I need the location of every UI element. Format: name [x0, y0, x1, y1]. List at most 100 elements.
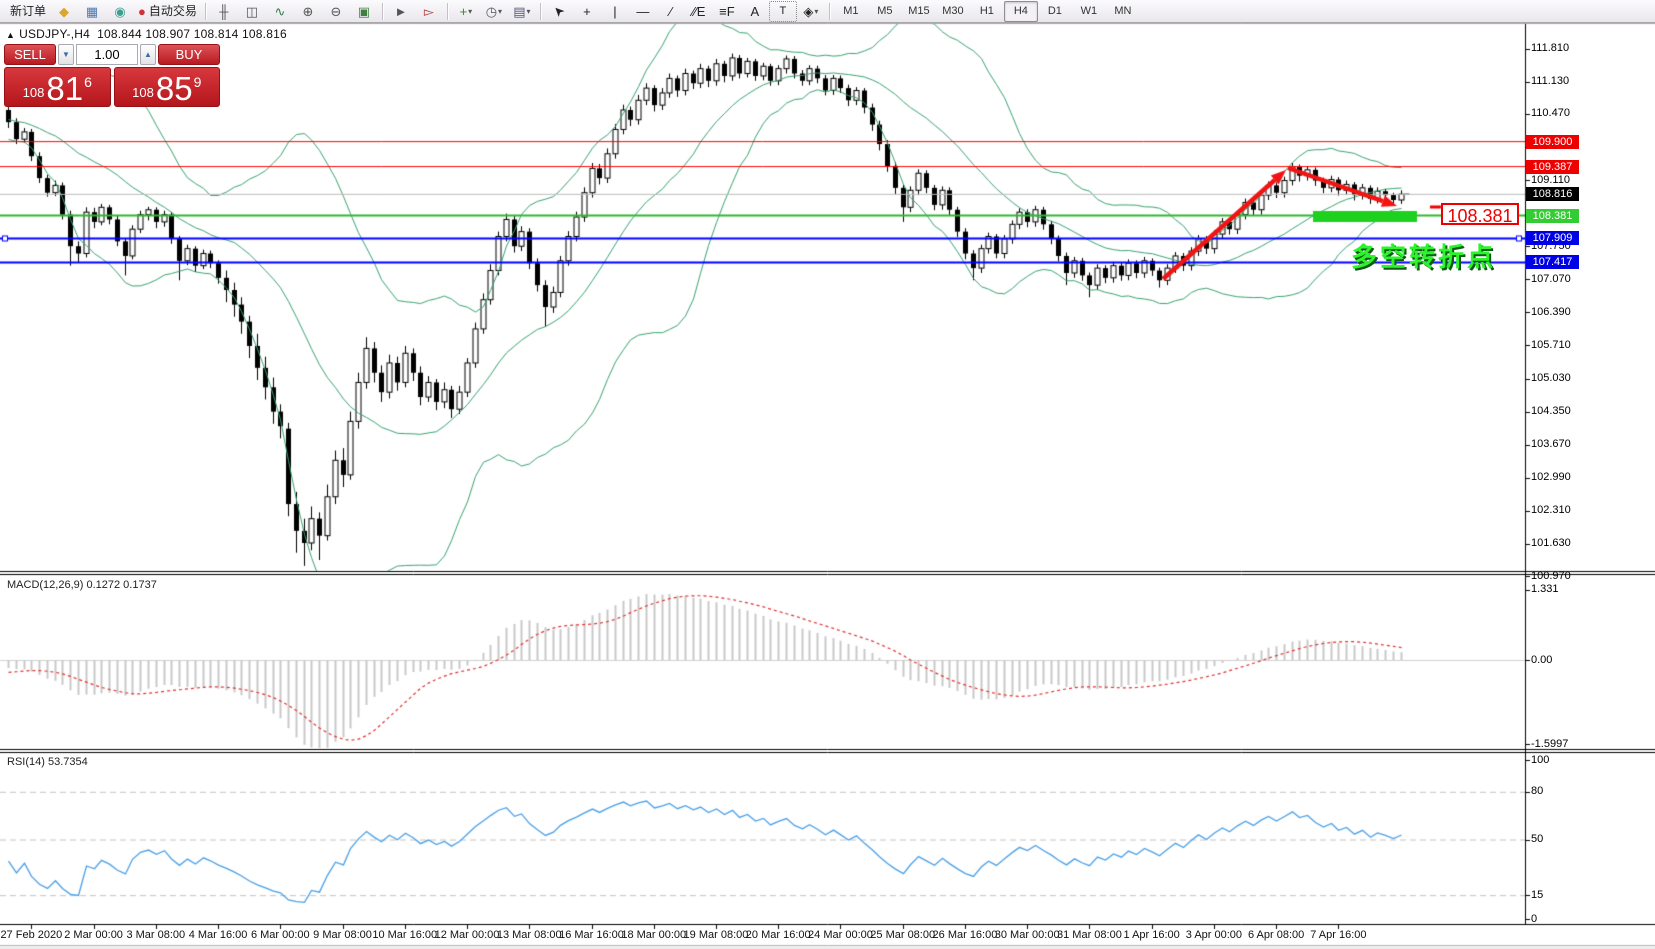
trendline-icon: ∕: [670, 2, 672, 21]
candlestick-icon[interactable]: ◫: [238, 1, 266, 22]
cursor-icon[interactable]: ➤: [545, 1, 573, 22]
bar-chart-icon[interactable]: ╫: [210, 1, 238, 22]
chart-symbol-period: USDJPY-,H4: [19, 27, 90, 41]
buy-price-box[interactable]: 108 85 9: [114, 67, 221, 107]
new-order-button[interactable]: 新订单: [6, 1, 50, 22]
macd-axis-tick-label: -1.5997: [1531, 738, 1568, 750]
toolbar-separator: [540, 3, 541, 20]
timeframe-d1[interactable]: D1: [1038, 1, 1072, 22]
horizontal-line-icon: —: [636, 2, 649, 21]
horizontal-line-icon[interactable]: —: [629, 1, 657, 22]
crosshair-icon[interactable]: +: [573, 1, 601, 22]
data-window-icon[interactable]: ▦: [78, 1, 106, 22]
navigator-icon[interactable]: ◉: [106, 1, 134, 22]
indicators-icon[interactable]: +▾: [452, 1, 480, 22]
vertical-line-icon[interactable]: |: [601, 1, 629, 22]
volume-decrease-button[interactable]: ▼: [58, 44, 74, 65]
date-axis-label: 12 Mar 00:00: [435, 929, 500, 941]
date-axis-label: 10 Mar 16:00: [372, 929, 437, 941]
vertical-line-icon: |: [613, 2, 616, 21]
navigator-icon: ◉: [114, 2, 125, 21]
tile-windows-icon[interactable]: ▣: [350, 1, 378, 22]
rsi-axis-tick-label: 50: [1531, 833, 1543, 845]
toolbar-separator: [447, 3, 448, 20]
chart-ohlc-values: 108.844 108.907 108.814 108.816: [97, 27, 287, 41]
rsi-indicator-label: RSI(14) 53.7354: [7, 756, 88, 768]
price-chart-canvas[interactable]: [0, 0, 1655, 949]
price-axis-tick-label: 105.710: [1531, 339, 1571, 351]
level-price-badge: 109.900: [1526, 135, 1579, 149]
chevron-down-icon[interactable]: ▾: [814, 2, 818, 21]
market-watch-icon: ◆: [59, 2, 69, 21]
auto-scroll-icon[interactable]: ►: [387, 1, 415, 22]
trendline-icon[interactable]: ∕: [657, 1, 685, 22]
date-axis-label: 24 Mar 00:00: [808, 929, 873, 941]
timeframe-m30[interactable]: M30: [936, 1, 970, 22]
date-axis-label: 6 Apr 08:00: [1248, 929, 1304, 941]
timeframe-m1[interactable]: M1: [834, 1, 868, 22]
autotrading-button: ●: [138, 2, 146, 21]
price-axis-tick-label: 111.810: [1531, 42, 1569, 54]
label-icon: T: [780, 2, 787, 21]
volume-increase-button[interactable]: ▲: [140, 44, 156, 65]
timeframe-w1[interactable]: W1: [1072, 1, 1106, 22]
price-axis-tick-label: 110.470: [1531, 107, 1570, 119]
date-axis-label: 31 Mar 08:00: [1057, 929, 1122, 941]
timeframe-m5[interactable]: M5: [868, 1, 902, 22]
equidistant-channel-icon[interactable]: ∕∕E: [685, 1, 713, 22]
price-axis-tick-label: 103.670: [1531, 438, 1571, 450]
price-callout-label[interactable]: 108.381: [1441, 203, 1519, 225]
fibonacci-icon[interactable]: ≡F: [713, 1, 741, 22]
periods-icon: ◷: [486, 2, 497, 21]
sell-button[interactable]: SELL: [4, 44, 56, 65]
zoom-in-icon[interactable]: ⊕: [294, 1, 322, 22]
text-icon[interactable]: A: [741, 1, 769, 22]
volume-input[interactable]: [76, 44, 138, 65]
timeframe-mn[interactable]: MN: [1106, 1, 1140, 22]
timeframe-h4[interactable]: H4: [1004, 1, 1038, 22]
date-axis-label: 27 Feb 2020: [0, 929, 62, 941]
rsi-axis-tick-label: 100: [1531, 754, 1549, 766]
label-icon[interactable]: T: [769, 1, 797, 22]
buy-price-figure: 108: [132, 85, 154, 100]
toolbar-separator: [829, 3, 830, 20]
zoom-in-icon: ⊕: [302, 2, 313, 21]
timeframe-m15[interactable]: M15: [902, 1, 936, 22]
shapes-icon[interactable]: ◈▾: [797, 1, 825, 22]
rsi-axis-tick-label: 80: [1531, 785, 1543, 797]
sell-price-box[interactable]: 108 81 6: [4, 67, 111, 107]
date-axis-label: 13 Mar 08:00: [497, 929, 562, 941]
toolbar-separator: [205, 3, 206, 20]
templates-icon[interactable]: ▤▾: [508, 1, 536, 22]
bar-chart-icon: ╫: [219, 2, 228, 21]
periods-icon[interactable]: ◷▾: [480, 1, 508, 22]
sell-price-point: 6: [84, 74, 92, 90]
timeframe-h1[interactable]: H1: [970, 1, 1004, 22]
level-price-badge: 107.909: [1526, 231, 1579, 245]
date-axis-label: 7 Apr 16:00: [1310, 929, 1366, 941]
price-axis-tick-label: 106.390: [1531, 306, 1571, 318]
main-toolbar: 新订单◆▦◉●自动交易╫◫∿⊕⊖▣►▻+▾◷▾▤▾➤+|—∕∕∕E≡FAT◈▾M…: [0, 0, 1655, 23]
date-axis-label: 4 Mar 16:00: [189, 929, 248, 941]
candlestick-icon: ◫: [246, 2, 258, 21]
chevron-down-icon[interactable]: ▾: [527, 2, 531, 21]
current-price-badge: 108.816: [1526, 187, 1579, 201]
date-axis-label: 16 Mar 16:00: [559, 929, 624, 941]
date-axis-label: 6 Mar 00:00: [251, 929, 310, 941]
price-axis-tick-label: 102.310: [1531, 504, 1571, 516]
line-chart-icon[interactable]: ∿: [266, 1, 294, 22]
price-axis-tick-label: 105.030: [1531, 372, 1571, 384]
chart-shift-icon[interactable]: ▻: [415, 1, 443, 22]
price-axis-tick-label: 100.970: [1531, 570, 1571, 582]
zoom-out-icon[interactable]: ⊖: [322, 1, 350, 22]
chevron-down-icon[interactable]: ▾: [468, 2, 472, 21]
turning-point-note[interactable]: 多空转折点: [1351, 237, 1496, 274]
market-watch-icon[interactable]: ◆: [50, 1, 78, 22]
chevron-down-icon[interactable]: ▾: [498, 2, 502, 21]
crosshair-icon: +: [583, 2, 591, 21]
macd-axis-tick-label: 1.331: [1531, 583, 1559, 595]
level-price-badge: 107.417: [1526, 255, 1579, 269]
autotrading-button[interactable]: ●自动交易: [134, 1, 201, 22]
buy-button[interactable]: BUY: [158, 44, 220, 65]
price-axis-tick-label: 109.110: [1531, 174, 1570, 186]
